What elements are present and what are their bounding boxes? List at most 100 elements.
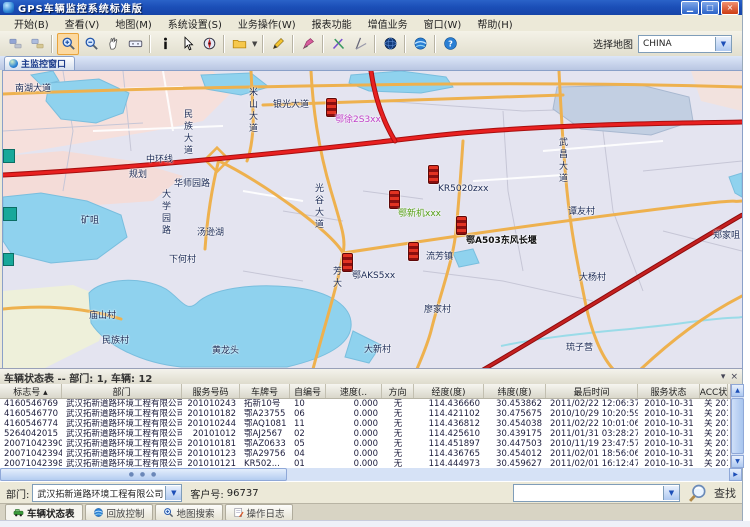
vehicle-marker[interactable] bbox=[408, 242, 419, 261]
column-header[interactable]: 车牌号 bbox=[240, 384, 290, 398]
toolbar-separator bbox=[51, 35, 53, 53]
chevron-down-icon[interactable]: ▼ bbox=[715, 37, 731, 51]
tools-icon[interactable] bbox=[328, 34, 348, 54]
marker-pen-icon[interactable] bbox=[298, 34, 318, 54]
table-header-row: 标志号 ▴部门服务号码车牌号自编号速度(..方向经度(度)纬度(度)最后时间服务… bbox=[0, 384, 730, 399]
customer-label: 客户号: bbox=[190, 486, 223, 501]
column-header[interactable]: 纬度(度) bbox=[484, 384, 546, 398]
scroll-up-icon[interactable]: ▲ bbox=[731, 384, 744, 397]
tab-main-monitor[interactable]: 主监控窗口 bbox=[4, 56, 75, 70]
table-cell: 114.436660 bbox=[414, 399, 484, 409]
table-cell: 30.475675 bbox=[484, 409, 546, 419]
vertical-scrollbar[interactable]: ▲ ▼ bbox=[730, 384, 744, 468]
menu-item[interactable]: 地图(M) bbox=[107, 15, 159, 32]
bottom-tab-车辆状态表[interactable]: 车辆状态表 bbox=[5, 504, 83, 521]
menu-item[interactable]: 查看(V) bbox=[57, 15, 108, 32]
search-combobox[interactable]: ▼ bbox=[513, 484, 680, 502]
scroll-right-icon[interactable]: ▶ bbox=[729, 468, 742, 481]
table-row[interactable]: 4160546769武汉拓新道路环境工程有限公司201010243拓新10号10… bbox=[0, 399, 730, 409]
table-cell: 11 bbox=[290, 419, 326, 429]
table-cell: 鄂A29756 bbox=[240, 449, 290, 459]
minimize-button[interactable]: ▁ bbox=[681, 1, 699, 15]
menu-item[interactable]: 窗口(W) bbox=[416, 15, 470, 32]
column-header[interactable]: 部门 bbox=[62, 384, 182, 398]
search-icon bbox=[688, 483, 708, 503]
layers-folder-icon bbox=[232, 36, 247, 51]
vertical-scroll-thumb[interactable] bbox=[731, 398, 744, 454]
chevron-down-icon[interactable]: ▼ bbox=[165, 486, 181, 500]
vehicle-status-table[interactable]: 标志号 ▴部门服务号码车牌号自编号速度(..方向经度(度)纬度(度)最后时间服务… bbox=[0, 384, 730, 468]
menu-item[interactable]: 系统设置(S) bbox=[160, 15, 230, 32]
vehicle-marker[interactable] bbox=[389, 190, 400, 209]
vehicle-track-icon[interactable] bbox=[27, 34, 47, 54]
close-button[interactable]: × bbox=[721, 1, 739, 15]
pan-hand-icon bbox=[106, 36, 121, 51]
table-cell: 2011/02/01 18:56:06 bbox=[546, 449, 638, 459]
table-cell: 2010-10-31 bbox=[638, 449, 700, 459]
layers-folder-icon[interactable] bbox=[229, 34, 249, 54]
horizontal-scrollbar[interactable]: ● ● ● ▶ bbox=[0, 468, 742, 481]
column-header[interactable]: 方向 bbox=[382, 384, 414, 398]
table-cell: 无 bbox=[382, 399, 414, 409]
column-header[interactable]: 标志号 ▴ bbox=[0, 384, 62, 398]
column-header[interactable]: 最后时间 bbox=[546, 384, 638, 398]
table-row[interactable]: 20071042394武汉拓新道路环境工程有限公司201010123鄂A2975… bbox=[0, 449, 730, 459]
help-icon[interactable] bbox=[440, 34, 460, 54]
map-place-label: 汤逊湖 bbox=[197, 229, 224, 238]
vehicle-marker[interactable] bbox=[428, 165, 439, 184]
bottom-tab-操作日志[interactable]: 操作日志 bbox=[225, 504, 293, 521]
map-select-combobox[interactable]: CHINA ▼ bbox=[638, 35, 732, 53]
column-header[interactable]: 经度(度) bbox=[414, 384, 484, 398]
map-place-label: 琉子营 bbox=[566, 344, 593, 353]
column-header[interactable]: 自编号 bbox=[290, 384, 326, 398]
horizontal-scroll-thumb[interactable]: ● ● ● bbox=[0, 468, 287, 481]
globe-dark-icon[interactable] bbox=[380, 34, 400, 54]
table-row[interactable]: 5264042015武汉拓新道路环境工程有限公司20101012鄂AJ25670… bbox=[0, 429, 730, 439]
table-cell: 2011/02/22 12:06:37 bbox=[546, 399, 638, 409]
scroll-down-icon[interactable]: ▼ bbox=[731, 455, 744, 468]
compass-icon[interactable] bbox=[199, 34, 219, 54]
chevron-down-icon[interactable]: ▼ bbox=[663, 486, 679, 500]
globe-blue-icon[interactable] bbox=[410, 34, 430, 54]
menu-item[interactable]: 报表功能 bbox=[304, 15, 360, 32]
menu-item[interactable]: 增值业务 bbox=[360, 15, 416, 32]
table-row[interactable]: 4160546770武汉拓新道路环境工程有限公司201010182鄂A23755… bbox=[0, 409, 730, 419]
chevron-down-icon[interactable]: ▼ bbox=[252, 40, 257, 48]
info-icon bbox=[158, 36, 173, 51]
map-view[interactable]: 南湖大道米山大道银光大道民族大道武昌大道中环线规划华师园路大学园路光谷大道矿咀汤… bbox=[2, 70, 743, 370]
close-panel-icon[interactable]: × bbox=[730, 372, 738, 382]
table-cell: 114.451897 bbox=[414, 439, 484, 449]
table-cell: 武汉拓新道路环境工程有限公司 bbox=[62, 409, 182, 419]
toolbar-separator bbox=[374, 35, 376, 53]
column-header[interactable]: 服务状态 bbox=[638, 384, 700, 398]
menu-item[interactable]: 业务操作(W) bbox=[230, 15, 304, 32]
zoom-out-icon[interactable] bbox=[81, 34, 101, 54]
draw-pencil-icon[interactable] bbox=[268, 34, 288, 54]
map-place-label: 民族大道 bbox=[182, 109, 191, 157]
bottom-tab-地图搜索[interactable]: 地图搜索 bbox=[155, 504, 223, 521]
pin-icon[interactable]: ▾ bbox=[721, 372, 726, 382]
column-header[interactable]: 速度(.. bbox=[326, 384, 382, 398]
maximize-button[interactable]: □ bbox=[701, 1, 719, 15]
table-row[interactable]: 4160546774武汉拓新道路环境工程有限公司201010244鄂AQ1081… bbox=[0, 419, 730, 429]
vehicle-monitor-icon[interactable] bbox=[5, 34, 25, 54]
menu-item[interactable]: 开始(B) bbox=[6, 15, 57, 32]
dept-combobox[interactable]: 武汉拓新道路环境工程有限公司 ▼ bbox=[32, 484, 182, 502]
info-icon[interactable] bbox=[155, 34, 175, 54]
column-header[interactable]: 服务号码 bbox=[182, 384, 240, 398]
vehicle-marker[interactable] bbox=[342, 253, 353, 272]
bottom-tab-回放控制[interactable]: 回放控制 bbox=[85, 504, 153, 521]
column-header[interactable]: ACC状 bbox=[700, 384, 728, 398]
map-edge-label bbox=[3, 253, 14, 266]
table-cell: 20101012 bbox=[182, 429, 240, 439]
table-row[interactable]: 20071042390武汉拓新道路环境工程有限公司201010181鄂AZ063… bbox=[0, 439, 730, 449]
measure-icon[interactable] bbox=[125, 34, 145, 54]
find-button[interactable]: 查找 bbox=[688, 483, 736, 503]
zoom-in-icon[interactable] bbox=[57, 33, 79, 55]
vehicle-marker[interactable] bbox=[456, 216, 467, 235]
ruler-icon[interactable] bbox=[350, 34, 370, 54]
pan-hand-icon[interactable] bbox=[103, 34, 123, 54]
select-arrow-icon[interactable] bbox=[177, 34, 197, 54]
menu-item[interactable]: 帮助(H) bbox=[469, 15, 520, 32]
horizontal-scroll-track[interactable] bbox=[287, 468, 729, 481]
